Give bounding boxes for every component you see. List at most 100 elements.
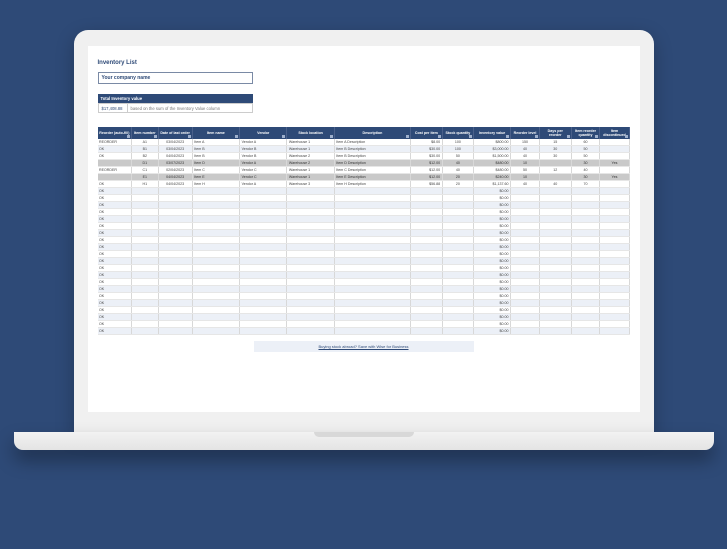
column-header[interactable]: Item number xyxy=(132,127,158,139)
table-row[interactable]: OK$0.00 xyxy=(98,293,630,300)
cell-qty[interactable]: 20 xyxy=(442,174,474,181)
cell-qty[interactable]: 100 xyxy=(442,146,474,153)
company-name-field[interactable]: Your company name xyxy=(98,72,253,84)
cell-dpr[interactable] xyxy=(539,321,571,328)
cell-loc[interactable] xyxy=(287,244,334,251)
cell-vendor[interactable] xyxy=(240,300,287,307)
cell-qty[interactable]: 50 xyxy=(442,153,474,160)
cell-val[interactable]: $0.00 xyxy=(474,237,511,244)
cell-disc[interactable] xyxy=(600,202,629,209)
cell-rq[interactable]: 30 xyxy=(571,174,600,181)
cell-disc[interactable] xyxy=(600,209,629,216)
cell-cpi[interactable] xyxy=(411,209,443,216)
sort-icon[interactable] xyxy=(625,135,628,138)
cell-desc[interactable] xyxy=(334,293,410,300)
column-header[interactable]: Reorder (auto-fill) xyxy=(98,127,132,139)
cell-qty[interactable] xyxy=(442,328,474,335)
cell-lvl[interactable]: 10 xyxy=(511,160,540,167)
cell-cpi[interactable] xyxy=(411,251,443,258)
cell-num[interactable] xyxy=(132,216,158,223)
cell-num[interactable] xyxy=(132,195,158,202)
cell-loc[interactable] xyxy=(287,279,334,286)
cell-vendor[interactable] xyxy=(240,244,287,251)
cell-lvl[interactable] xyxy=(511,307,540,314)
cell-reo[interactable]: OK xyxy=(98,314,132,321)
cell-val[interactable]: $0.00 xyxy=(474,300,511,307)
cell-disc[interactable] xyxy=(600,314,629,321)
sort-icon[interactable] xyxy=(506,135,509,138)
cell-rq[interactable] xyxy=(571,230,600,237)
cell-disc[interactable] xyxy=(600,251,629,258)
cell-vendor[interactable]: Vendor B xyxy=(240,153,287,160)
cell-disc[interactable] xyxy=(600,237,629,244)
footer-promo[interactable]: Buying stock abroad? Save with Wise for … xyxy=(254,341,474,352)
cell-desc[interactable] xyxy=(334,209,410,216)
cell-dpr[interactable] xyxy=(539,209,571,216)
cell-desc[interactable] xyxy=(334,272,410,279)
cell-cpi[interactable]: $12.00 xyxy=(411,174,443,181)
cell-rq[interactable] xyxy=(571,265,600,272)
cell-vendor[interactable] xyxy=(240,188,287,195)
cell-desc[interactable]: Item D Description xyxy=(334,160,410,167)
cell-val[interactable]: $1,500.00 xyxy=(474,153,511,160)
cell-loc[interactable]: Warehouse 1 xyxy=(287,146,334,153)
column-header[interactable]: Stock quantity xyxy=(442,127,474,139)
cell-vendor[interactable] xyxy=(240,202,287,209)
column-header[interactable]: Days per reorder xyxy=(539,127,571,139)
cell-name[interactable] xyxy=(192,321,239,328)
cell-dpr[interactable] xyxy=(539,202,571,209)
cell-vendor[interactable] xyxy=(240,265,287,272)
table-row[interactable]: OK$0.00 xyxy=(98,300,630,307)
cell-reo[interactable]: OK xyxy=(98,202,132,209)
table-row[interactable]: OK $0.00 xyxy=(98,237,630,244)
cell-vendor[interactable] xyxy=(240,195,287,202)
cell-rq[interactable] xyxy=(571,244,600,251)
cell-loc[interactable] xyxy=(287,223,334,230)
cell-qty[interactable] xyxy=(442,230,474,237)
cell-date[interactable] xyxy=(158,195,192,202)
cell-name[interactable] xyxy=(192,244,239,251)
cell-rq[interactable] xyxy=(571,223,600,230)
cell-num[interactable] xyxy=(132,321,158,328)
cell-name[interactable]: Item B xyxy=(192,146,239,153)
cell-rq[interactable] xyxy=(571,321,600,328)
cell-vendor[interactable] xyxy=(240,216,287,223)
cell-qty[interactable] xyxy=(442,265,474,272)
cell-reo[interactable]: OK xyxy=(98,237,132,244)
cell-desc[interactable] xyxy=(334,251,410,258)
cell-reo[interactable]: OK xyxy=(98,251,132,258)
cell-date[interactable] xyxy=(158,265,192,272)
cell-reo[interactable]: OK xyxy=(98,307,132,314)
cell-num[interactable] xyxy=(132,230,158,237)
column-header[interactable]: Description xyxy=(334,127,410,139)
cell-qty[interactable] xyxy=(442,258,474,265)
cell-qty[interactable] xyxy=(442,251,474,258)
cell-val[interactable]: $480.00 xyxy=(474,160,511,167)
cell-reo[interactable]: OK xyxy=(98,146,132,153)
cell-vendor[interactable]: Vendor C xyxy=(240,167,287,174)
cell-dpr[interactable] xyxy=(539,216,571,223)
cell-dpr[interactable] xyxy=(539,244,571,251)
cell-dpr[interactable] xyxy=(539,300,571,307)
table-row[interactable]: OK$0.00 xyxy=(98,223,630,230)
cell-date[interactable] xyxy=(158,286,192,293)
cell-name[interactable] xyxy=(192,293,239,300)
cell-disc[interactable] xyxy=(600,230,629,237)
table-row[interactable]: OK$0.00 xyxy=(98,265,630,272)
table-row[interactable]: OK$0.00 xyxy=(98,251,630,258)
cell-disc[interactable] xyxy=(600,167,629,174)
cell-disc[interactable] xyxy=(600,181,629,188)
cell-val[interactable]: $480.00 xyxy=(474,167,511,174)
cell-name[interactable] xyxy=(192,279,239,286)
cell-vendor[interactable] xyxy=(240,293,287,300)
cell-reo[interactable]: OK xyxy=(98,188,132,195)
sort-icon[interactable] xyxy=(282,135,285,138)
cell-desc[interactable] xyxy=(334,279,410,286)
cell-reo[interactable]: OK xyxy=(98,230,132,237)
cell-name[interactable] xyxy=(192,188,239,195)
cell-vendor[interactable] xyxy=(240,279,287,286)
cell-desc[interactable]: Item B Description xyxy=(334,153,410,160)
footer-promo-link[interactable]: Buying stock abroad? Save with Wise for … xyxy=(318,344,408,349)
cell-loc[interactable] xyxy=(287,237,334,244)
cell-cpi[interactable] xyxy=(411,265,443,272)
